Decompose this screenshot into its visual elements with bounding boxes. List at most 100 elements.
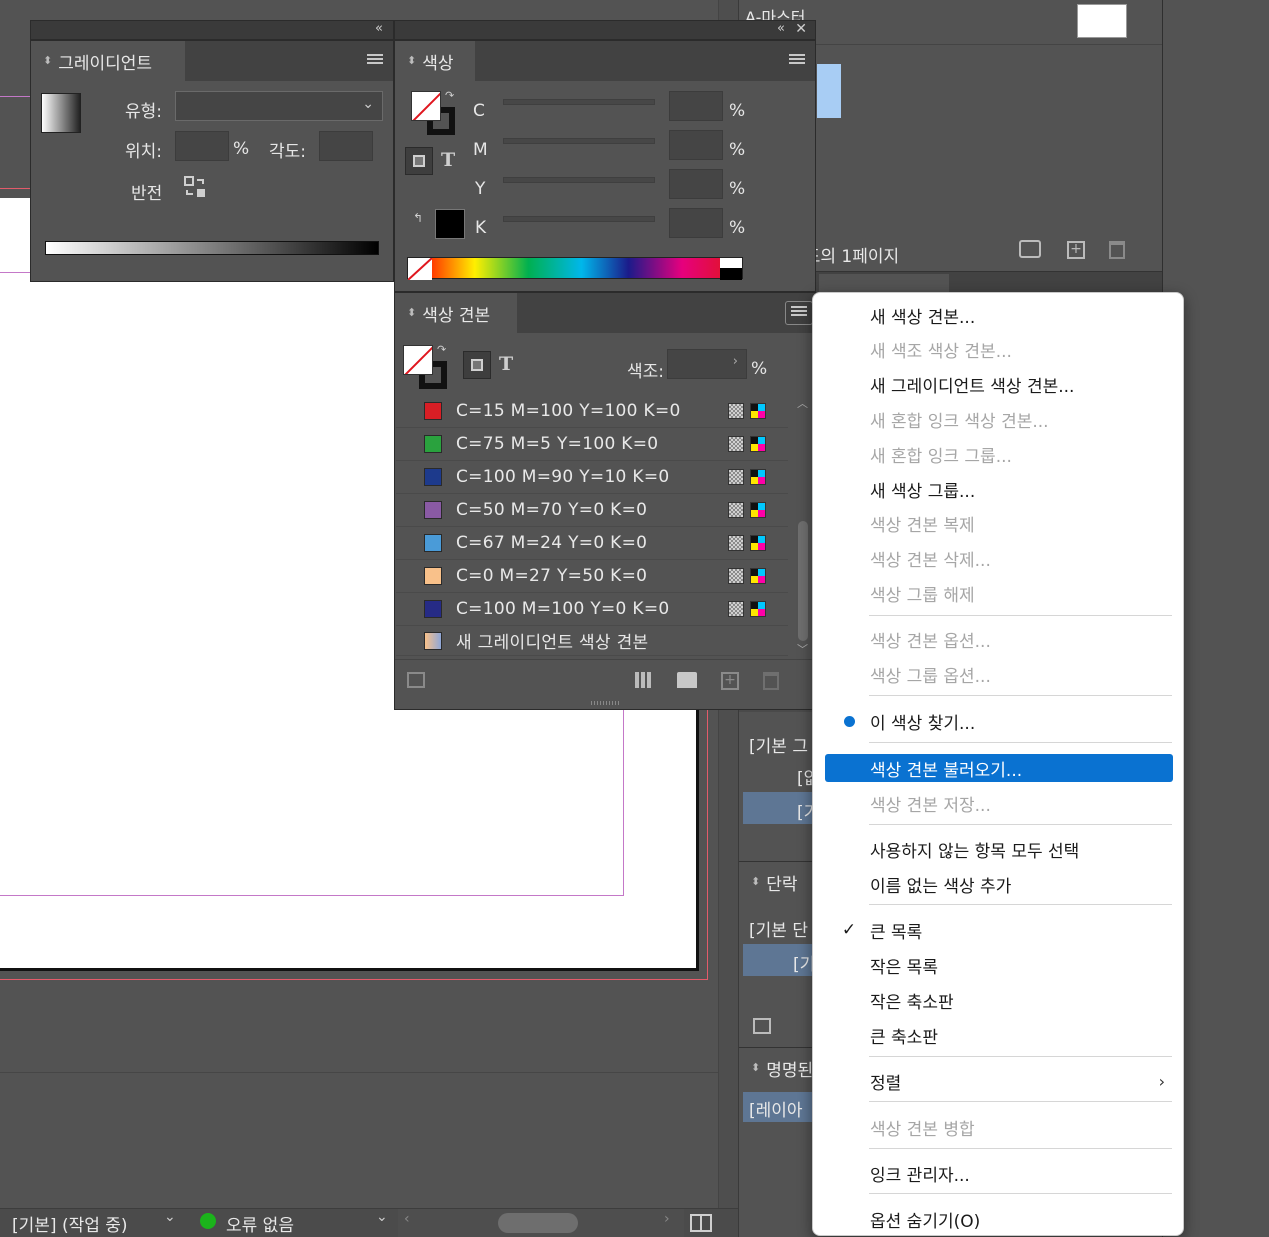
swatch-row[interactable]: C=75 M=5 Y=100 K=0 — [396, 428, 788, 461]
channel-input[interactable] — [669, 91, 723, 121]
channel-slider[interactable] — [503, 138, 655, 144]
type-dropdown[interactable]: ⌄ — [175, 91, 383, 121]
swatch-row[interactable]: C=67 M=24 Y=0 K=0 — [396, 527, 788, 560]
swatch-row[interactable]: C=0 M=27 Y=50 K=0 — [396, 560, 788, 593]
swatch-row[interactable]: 새 그레이디언트 색상 견본 — [396, 626, 788, 656]
collapse-panels-icon[interactable]: « — [375, 21, 383, 36]
swatch-list-scrollbar[interactable]: ︿ ﹀ — [795, 395, 811, 657]
color-spectrum[interactable] — [407, 257, 743, 280]
formatting-container-icon[interactable] — [405, 147, 433, 175]
menu-item[interactable]: 색상 견본 불러오기... — [825, 754, 1173, 782]
panel-menu-button[interactable] — [785, 301, 813, 325]
para-style-item[interactable]: [기본 단 — [749, 916, 808, 941]
floating-panel-header-right[interactable]: « ✕ — [394, 20, 816, 40]
tab-collapse-icon: ⬍ — [751, 1061, 761, 1074]
menu-item[interactable]: 새 색상 그룹... — [825, 475, 1173, 503]
fill-swatch-none[interactable] — [411, 91, 441, 121]
menu-item[interactable]: ✓ 큰 목록 — [825, 916, 1173, 944]
tab-color[interactable]: ⬍ 색상 — [395, 41, 475, 81]
edit-page-size-icon[interactable] — [1019, 240, 1041, 258]
channel-input[interactable] — [669, 169, 723, 199]
new-color-group-icon[interactable] — [677, 672, 697, 688]
menu-separator — [869, 904, 1172, 905]
menu-item[interactable]: 큰 축소판 — [825, 1021, 1173, 1049]
swatch-color-chip — [424, 631, 442, 650]
tint-input[interactable]: › — [667, 349, 747, 379]
preflight-label[interactable]: 오류 없음 — [226, 1211, 294, 1236]
channel-slider[interactable] — [503, 99, 655, 105]
channel-input[interactable] — [669, 130, 723, 160]
master-thumbnail[interactable] — [1077, 4, 1127, 38]
resize-grip[interactable] — [591, 701, 621, 705]
menu-item[interactable]: 사용하지 않는 항목 모두 선택 — [825, 835, 1173, 863]
menu-item[interactable]: › 정렬 — [825, 1067, 1173, 1095]
location-input[interactable] — [175, 131, 229, 161]
swatch-row[interactable]: C=100 M=90 Y=10 K=0 — [396, 461, 788, 494]
scroll-down-icon[interactable]: ﹀ — [797, 641, 808, 657]
delete-page-icon[interactable] — [1109, 241, 1125, 259]
swap-fill-stroke-icon[interactable]: ↷ — [445, 89, 454, 102]
menu-item[interactable]: 새 색상 견본... — [825, 301, 1173, 329]
collapse-panels-icon[interactable]: « — [777, 21, 785, 36]
cmyk-mode-icon — [750, 601, 766, 617]
close-icon[interactable]: ✕ — [795, 21, 807, 37]
split-view-icon[interactable] — [690, 1214, 712, 1232]
tint-label: 색조: — [627, 362, 665, 382]
panel-menu-icon[interactable] — [789, 54, 805, 68]
menu-item[interactable]: 이름 없는 색상 추가 — [825, 870, 1173, 898]
formatting-container-icon[interactable] — [463, 351, 491, 379]
style-group[interactable]: [기본 그 — [749, 732, 808, 757]
menu-item[interactable]: 이 색상 찾기... — [825, 707, 1173, 735]
reverse-gradient-icon[interactable] — [183, 175, 207, 199]
cmyk-mode-icon — [750, 469, 766, 485]
horizontal-scrollbar[interactable]: ‹ › — [398, 1209, 684, 1237]
scroll-thumb[interactable] — [498, 1213, 578, 1233]
channel-label: Y — [475, 179, 486, 199]
swatch-row[interactable]: C=100 M=100 Y=0 K=0 — [396, 593, 788, 626]
gradient-ramp[interactable] — [45, 241, 379, 255]
tab-swatches[interactable]: ⬍ 색상 견본 — [395, 293, 517, 333]
scroll-left-icon[interactable]: ‹ — [404, 1211, 410, 1227]
gradient-panel: ⬍ 그레이디언트 유형: ⌄ 위치: % 각도: 반전 — [30, 40, 394, 282]
chevron-down-icon[interactable]: ⌄ — [376, 1209, 388, 1225]
add-to-cc-library-icon[interactable] — [407, 672, 425, 688]
scroll-up-icon[interactable]: ︿ — [797, 395, 808, 411]
new-swatch-icon[interactable]: + — [721, 672, 739, 690]
swatch-name: C=50 M=70 Y=0 K=0 — [456, 500, 648, 520]
fill-swatch-none[interactable] — [403, 345, 433, 375]
channel-input[interactable] — [669, 208, 723, 238]
gradient-preview-swatch[interactable] — [41, 93, 81, 133]
swatch-row[interactable]: C=15 M=100 Y=100 K=0 — [396, 395, 788, 428]
channel-slider[interactable] — [503, 216, 655, 222]
show-swatch-kinds-icon[interactable] — [635, 672, 653, 688]
new-page-icon[interactable]: + — [1067, 241, 1085, 259]
channel-slider[interactable] — [503, 177, 655, 183]
location-label: 위치: — [125, 142, 163, 162]
angle-input[interactable] — [319, 131, 373, 161]
workspace-label[interactable]: [기본] (작업 중) — [12, 1211, 128, 1236]
black-color-swatch[interactable] — [435, 209, 465, 239]
menu-item[interactable]: 옵션 숨기기(O) — [825, 1205, 1173, 1233]
swatch-color-chip — [424, 567, 442, 585]
formatting-text-icon[interactable]: T — [499, 353, 513, 375]
formatting-text-icon[interactable]: T — [441, 149, 455, 171]
floating-panel-header[interactable]: « — [30, 20, 394, 40]
swap-fill-stroke-icon[interactable]: ↷ — [437, 343, 446, 356]
default-fill-stroke-icon[interactable]: ↰ — [413, 211, 423, 225]
pasteboard-divider — [0, 1072, 738, 1073]
named-grid-item[interactable]: [레이아 — [749, 1096, 803, 1121]
menu-item[interactable]: 작은 축소판 — [825, 986, 1173, 1014]
process-color-icon — [728, 601, 744, 617]
scroll-thumb[interactable] — [798, 521, 808, 641]
page-thumbnail-selected[interactable] — [817, 64, 841, 118]
menu-item[interactable]: 잉크 관리자... — [825, 1159, 1173, 1187]
chevron-down-icon[interactable]: ⌄ — [164, 1209, 176, 1225]
menu-item[interactable]: 새 그레이디언트 색상 견본... — [825, 370, 1173, 398]
scroll-right-icon[interactable]: › — [664, 1211, 670, 1227]
load-styles-icon[interactable] — [753, 1018, 771, 1034]
swatch-row[interactable]: C=50 M=70 Y=0 K=0 — [396, 494, 788, 527]
tab-gradient[interactable]: ⬍ 그레이디언트 — [31, 41, 185, 81]
menu-item[interactable]: 작은 목록 — [825, 951, 1173, 979]
panel-menu-icon[interactable] — [367, 54, 383, 68]
delete-swatch-icon[interactable] — [763, 672, 779, 690]
